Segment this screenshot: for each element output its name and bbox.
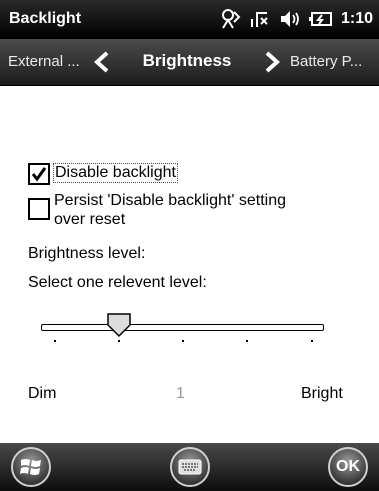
- status-icons: 1:10: [219, 7, 373, 31]
- slider-value: 1: [176, 385, 185, 402]
- clock: 1:10: [340, 10, 373, 27]
- tab-previous[interactable]: External ...: [8, 53, 80, 70]
- keyboard-button[interactable]: [170, 447, 210, 487]
- slider-max-label: Bright: [301, 385, 343, 402]
- tab-current: Brightness: [142, 51, 232, 70]
- softkey-bar: OK: [0, 443, 379, 491]
- signal-off-icon[interactable]: [249, 8, 271, 30]
- tab-next[interactable]: Battery P...: [290, 53, 362, 70]
- brightness-level-heading: Brightness level:: [28, 245, 146, 262]
- check-icon: [31, 167, 47, 182]
- persist-setting-label-line2[interactable]: over reset: [54, 211, 125, 229]
- connectivity-icon[interactable]: [219, 8, 241, 30]
- persist-setting-label-line1[interactable]: Persist 'Disable backlight' setting: [54, 192, 286, 210]
- app-title: Backlight: [9, 10, 82, 27]
- windows-start-icon: [20, 459, 41, 475]
- battery-icon[interactable]: [308, 8, 333, 30]
- slider-tick: [246, 340, 248, 342]
- keyboard-icon: [178, 459, 202, 475]
- slider-min-label: Dim: [28, 385, 57, 402]
- slider-tick: [182, 340, 184, 342]
- slider-tick: [118, 340, 120, 342]
- slider-thumb[interactable]: [106, 312, 132, 338]
- ok-label: OK: [336, 458, 360, 475]
- ok-button[interactable]: OK: [328, 447, 368, 487]
- brightness-slider-track[interactable]: [41, 324, 324, 331]
- slider-tick: [311, 340, 313, 342]
- select-level-heading: Select one relevent level:: [28, 274, 207, 291]
- chevron-left-icon[interactable]: [92, 51, 112, 78]
- volume-icon[interactable]: [279, 8, 301, 30]
- disable-backlight-label[interactable]: Disable backlight: [53, 163, 178, 183]
- settings-content: Disable backlight Persist 'Disable backl…: [0, 86, 379, 443]
- chevron-right-icon[interactable]: [262, 51, 282, 78]
- tab-header: External ... Brightness Battery P...: [0, 39, 379, 86]
- slider-tick: [54, 340, 56, 342]
- title-bar: Backlight 1:10: [0, 0, 379, 39]
- persist-setting-checkbox[interactable]: [28, 198, 50, 220]
- disable-backlight-checkbox[interactable]: [28, 163, 50, 185]
- start-button[interactable]: [11, 447, 51, 487]
